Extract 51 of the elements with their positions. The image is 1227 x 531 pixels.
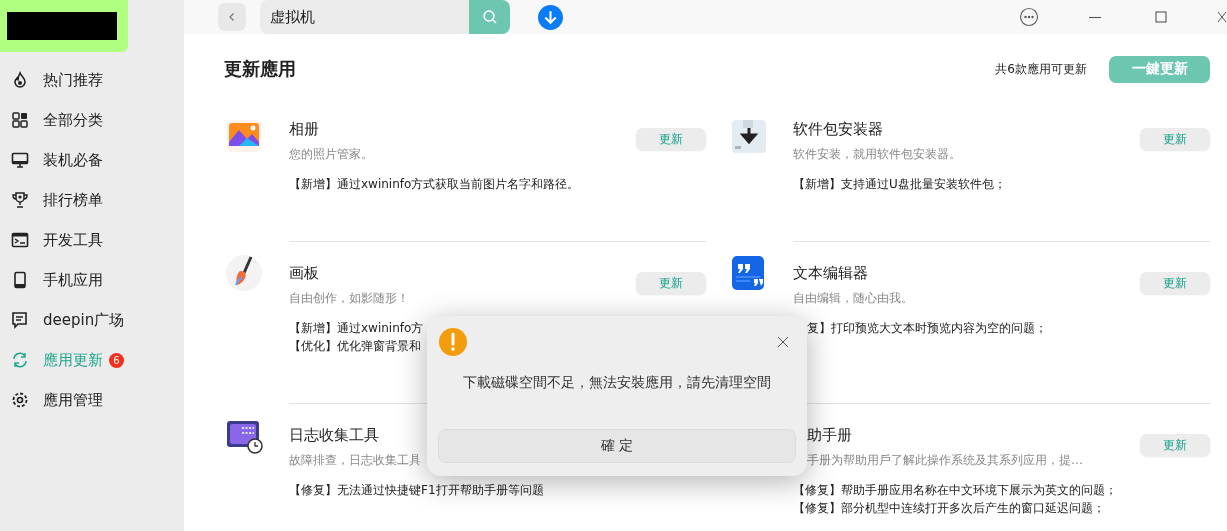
app-description: 软件安装，就用软件包安装器。 [793,146,961,163]
app-description: 您的照片管家。 [289,146,373,163]
trophy-icon [11,191,29,209]
changelog-line: 【优化】优化弹窗背景和 [289,338,421,355]
chat-icon [11,311,29,329]
app-description: 故障排查，日志收集工具 [289,452,421,469]
app-description: 自由创作，如影随形！ [289,290,409,307]
changelog-line: 复】打印预览大文本时预览内容为空的问题； [806,320,1047,337]
brush-icon [224,253,264,293]
count-badge: 6 [109,352,124,368]
terminal-icon [11,231,29,249]
app-description: 自由编辑，随心由我。 [793,290,913,307]
sidebar-item[interactable]: 热门推荐 [0,60,184,100]
sidebar-item[interactable]: 手机应用 [0,260,184,300]
changelog-line: 【修复】帮助手册应用名称在中文环境下展示为英文的问题； [793,482,1117,499]
fire-icon [11,71,29,89]
page-title: 更新應用 [224,57,297,81]
changelog-line: 【修复】部分机型中连续打开多次后产生的窗口延迟问题； [793,500,1105,517]
sidebar-item[interactable]: 應用管理 [0,380,184,420]
search-icon [481,9,498,25]
chevron-left-icon [227,12,237,22]
changelog-line: 【新增】支持通过U盘批量安装软件包； [793,176,1006,193]
app-name: 文本编辑器 [793,264,868,284]
sidebar-item[interactable]: deepin广场 [0,300,184,340]
confirm-button[interactable]: 確 定 [438,429,796,463]
refresh-icon [11,351,29,369]
sidebar-item[interactable]: 排行榜单 [0,180,184,220]
sidebar-item[interactable]: 應用更新 6 [0,340,184,380]
app-name: 相册 [289,120,319,140]
update-count: 共6款應用可更新 [995,60,1087,78]
download-icon[interactable] [538,4,563,30]
sidebar-item[interactable]: 全部分类 [0,100,184,140]
settings-icon [11,391,29,409]
changelog-line: 【新增】通过xwininfo方式获取当前图片名字和路径。 [289,176,580,193]
app-name: 画板 [289,264,319,284]
app-name: 助手册 [806,426,852,446]
grid-icon [11,111,29,129]
changelog-line: 【修复】无法通过快捷键F1打开帮助手册等问题 [289,482,544,499]
search-field[interactable]: 虚拟机 [260,0,510,34]
monitor-icon [11,151,29,169]
warning-icon [439,328,467,356]
dialog-message: 下載磁碟空間不足，無法安裝應用，請先清理空間 [462,374,772,392]
changelog-line: 【新增】通过xwininfo方 [289,320,424,337]
app-name: 日志收集工具 [289,426,379,446]
close-icon[interactable] [777,336,789,348]
phone-icon [11,271,29,289]
sidebar-item[interactable]: 开发工具 [0,220,184,260]
more-icon[interactable] [1019,7,1039,27]
app-description: 手册为帮助用戶了解此操作系统及其系列应用，提… [806,452,1083,469]
sidebar-item[interactable]: 装机必备 [0,140,184,180]
app-name: 软件包安装器 [793,120,883,140]
